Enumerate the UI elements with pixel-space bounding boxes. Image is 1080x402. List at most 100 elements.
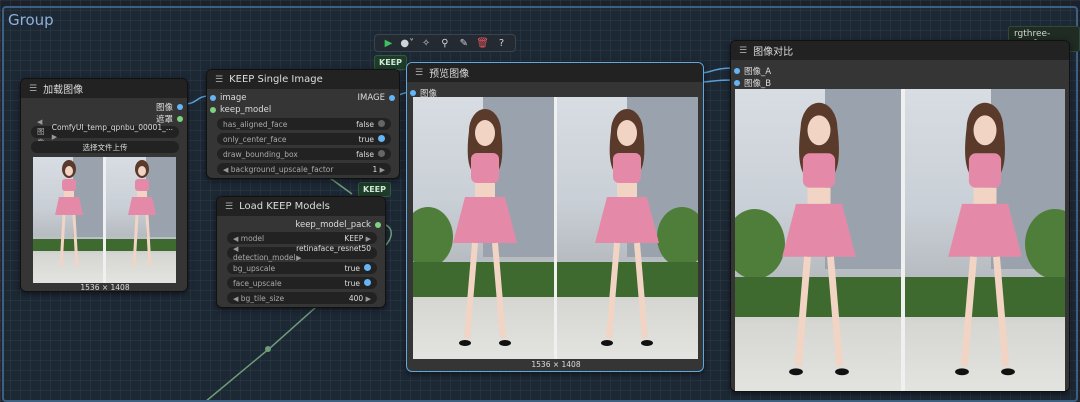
preview-photo-left <box>33 157 103 283</box>
load-keep-models-node[interactable]: ☰ Load KEEP Models keep_model_pack ◀ mod… <box>216 196 386 308</box>
node-header[interactable]: ☰ 图像对比 <box>731 41 1069 60</box>
widget-label: bg_tile_size <box>240 293 285 303</box>
image-compare-node[interactable]: ☰ 图像对比 图像_A 图像_B <box>730 40 1070 392</box>
widget-label: bg_upscale <box>233 263 276 273</box>
menu-icon[interactable]: ☰ <box>29 84 37 94</box>
widget-label: background_upscale_factor <box>230 164 334 174</box>
toggle-on-icon[interactable] <box>364 263 371 271</box>
preview-photo-right <box>106 157 176 283</box>
toggle-off-icon[interactable] <box>378 149 385 157</box>
help-icon[interactable]: ? <box>494 38 508 49</box>
input-image-b-slot[interactable]: 图像_B <box>734 77 771 89</box>
slot-dot[interactable] <box>389 95 395 101</box>
detection-model-select-widget[interactable]: ◀ detection_model retinaface_resnet50 ▶ <box>227 244 377 262</box>
only-center-face-toggle[interactable]: only_center_face true <box>217 133 391 145</box>
toggle-on-icon[interactable] <box>378 134 385 142</box>
bg-upscale-toggle[interactable]: bg_upscale true <box>227 262 377 274</box>
slot-dot[interactable] <box>734 68 740 74</box>
figure-photo <box>595 109 659 346</box>
slot-label: 图像_B <box>744 79 772 89</box>
menu-icon[interactable]: ☰ <box>225 202 233 212</box>
node-title: 图像对比 <box>753 47 794 58</box>
right-arrow-icon[interactable]: ▶ <box>366 295 371 303</box>
widget-value: 1 <box>372 164 378 174</box>
sparkle-icon[interactable]: ✧ <box>419 38 433 49</box>
menu-icon[interactable]: ☰ <box>215 75 223 85</box>
draw-bounding-box-toggle[interactable]: draw_bounding_box false <box>217 148 391 160</box>
widget-value: KEEP <box>344 233 364 243</box>
dot-icon[interactable]: ●˅ <box>400 38 414 49</box>
toggle-on-icon[interactable] <box>364 278 371 286</box>
image-select-widget[interactable]: ◀ 图像 ComfyUI_temp_qpnbu_00001_... ▶ <box>31 118 179 147</box>
node-header[interactable]: ☰ 加载图像 <box>21 79 187 98</box>
widget-value: true <box>358 134 374 144</box>
upload-button[interactable]: 选择文件上传 <box>31 141 179 153</box>
face-upscale-toggle[interactable]: face_upscale true <box>227 277 377 289</box>
pencil-icon[interactable]: ✎ <box>457 38 471 49</box>
widget-label: detection_model <box>233 253 296 262</box>
slot-label: keep_model <box>220 105 272 115</box>
widget-value: false <box>356 119 374 129</box>
widget-label: face_upscale <box>233 278 282 288</box>
keep-badge: KEEP <box>374 55 407 70</box>
compare-image[interactable] <box>735 89 1065 391</box>
left-arrow-icon[interactable]: ◀ <box>223 166 228 174</box>
keep-badge: KEEP <box>358 182 391 197</box>
widget-value: 400 <box>348 293 364 303</box>
trash-icon[interactable]: 🗑 <box>476 38 490 49</box>
slot-dot[interactable] <box>734 80 740 86</box>
compare-photo-a <box>735 89 901 391</box>
keep-single-image-node[interactable]: ☰ KEEP Single Image image keep_model IMA… <box>206 69 400 179</box>
slot-label: keep_model_pack <box>295 220 371 230</box>
preview-image-node[interactable]: ☰ 预览图像 图像 1536 × 1408 <box>406 62 704 372</box>
widget-label: only_center_face <box>223 134 287 144</box>
toggle-off-icon[interactable] <box>378 119 385 127</box>
node-header[interactable]: ☰ KEEP Single Image <box>207 70 399 89</box>
group-title[interactable]: Group <box>8 11 54 29</box>
model-select-widget[interactable]: ◀ model KEEP ▶ <box>227 232 377 244</box>
widget-value: retinaface_resnet50 <box>296 244 371 253</box>
input-model-slot[interactable]: keep_model <box>210 105 271 115</box>
node-title: KEEP Single Image <box>229 74 323 85</box>
bg-tile-size-number[interactable]: ◀ bg_tile_size 400 ▶ <box>227 292 377 304</box>
preview-photo-right <box>557 97 698 359</box>
menu-icon[interactable]: ☰ <box>415 68 423 78</box>
slot-dot[interactable] <box>177 116 183 122</box>
figure-photo <box>948 102 1022 376</box>
slot-dot[interactable] <box>375 222 381 228</box>
output-image-slot[interactable]: IMAGE <box>358 93 395 103</box>
left-arrow-icon[interactable]: ◀ <box>233 295 238 303</box>
input-image-slot[interactable]: image <box>210 93 246 103</box>
right-arrow-icon[interactable]: ▶ <box>366 235 371 243</box>
widget-label: draw_bounding_box <box>223 149 298 159</box>
right-arrow-icon[interactable]: ▶ <box>380 166 385 174</box>
pin-icon[interactable]: ⚲ <box>438 38 452 49</box>
figure-photo <box>128 160 156 268</box>
output-model-pack-slot[interactable]: keep_model_pack <box>295 220 381 230</box>
left-arrow-icon[interactable]: ◀ <box>37 118 42 126</box>
play-icon[interactable]: ▶ <box>381 38 395 49</box>
slot-dot[interactable] <box>210 107 216 113</box>
node-title: 加载图像 <box>43 85 84 96</box>
widget-value: ComfyUI_temp_qpnbu_00001_... <box>51 123 173 132</box>
left-arrow-icon[interactable]: ◀ <box>233 235 238 243</box>
load-image-node[interactable]: ☰ 加载图像 图像 遮罩 ◀ 图像 ComfyUI_temp_qpnbu_000… <box>20 78 188 292</box>
slot-dot[interactable] <box>410 90 416 96</box>
background-upscale-factor-number[interactable]: ◀ background_upscale_factor 1 ▶ <box>217 163 391 175</box>
preview-image <box>413 97 698 359</box>
node-header[interactable]: ☰ Load KEEP Models <box>217 197 385 216</box>
menu-icon[interactable]: ☰ <box>739 46 747 56</box>
has-aligned-face-toggle[interactable]: has_aligned_face false <box>217 118 391 130</box>
figure-photo <box>453 109 517 346</box>
widget-value: true <box>344 278 360 288</box>
output-image-slot[interactable]: 图像 <box>156 101 183 113</box>
slot-dot[interactable] <box>177 104 183 110</box>
node-header[interactable]: ☰ 预览图像 <box>407 63 703 82</box>
right-arrow-icon[interactable]: ▶ <box>296 254 301 262</box>
input-image-a-slot[interactable]: 图像_A <box>734 65 771 77</box>
right-arrow-icon[interactable]: ▶ <box>52 133 57 141</box>
slot-dot[interactable] <box>210 95 216 101</box>
upload-label: 选择文件上传 <box>82 142 128 152</box>
left-arrow-icon[interactable]: ◀ <box>233 245 238 253</box>
slot-label: 图像 <box>155 103 173 113</box>
